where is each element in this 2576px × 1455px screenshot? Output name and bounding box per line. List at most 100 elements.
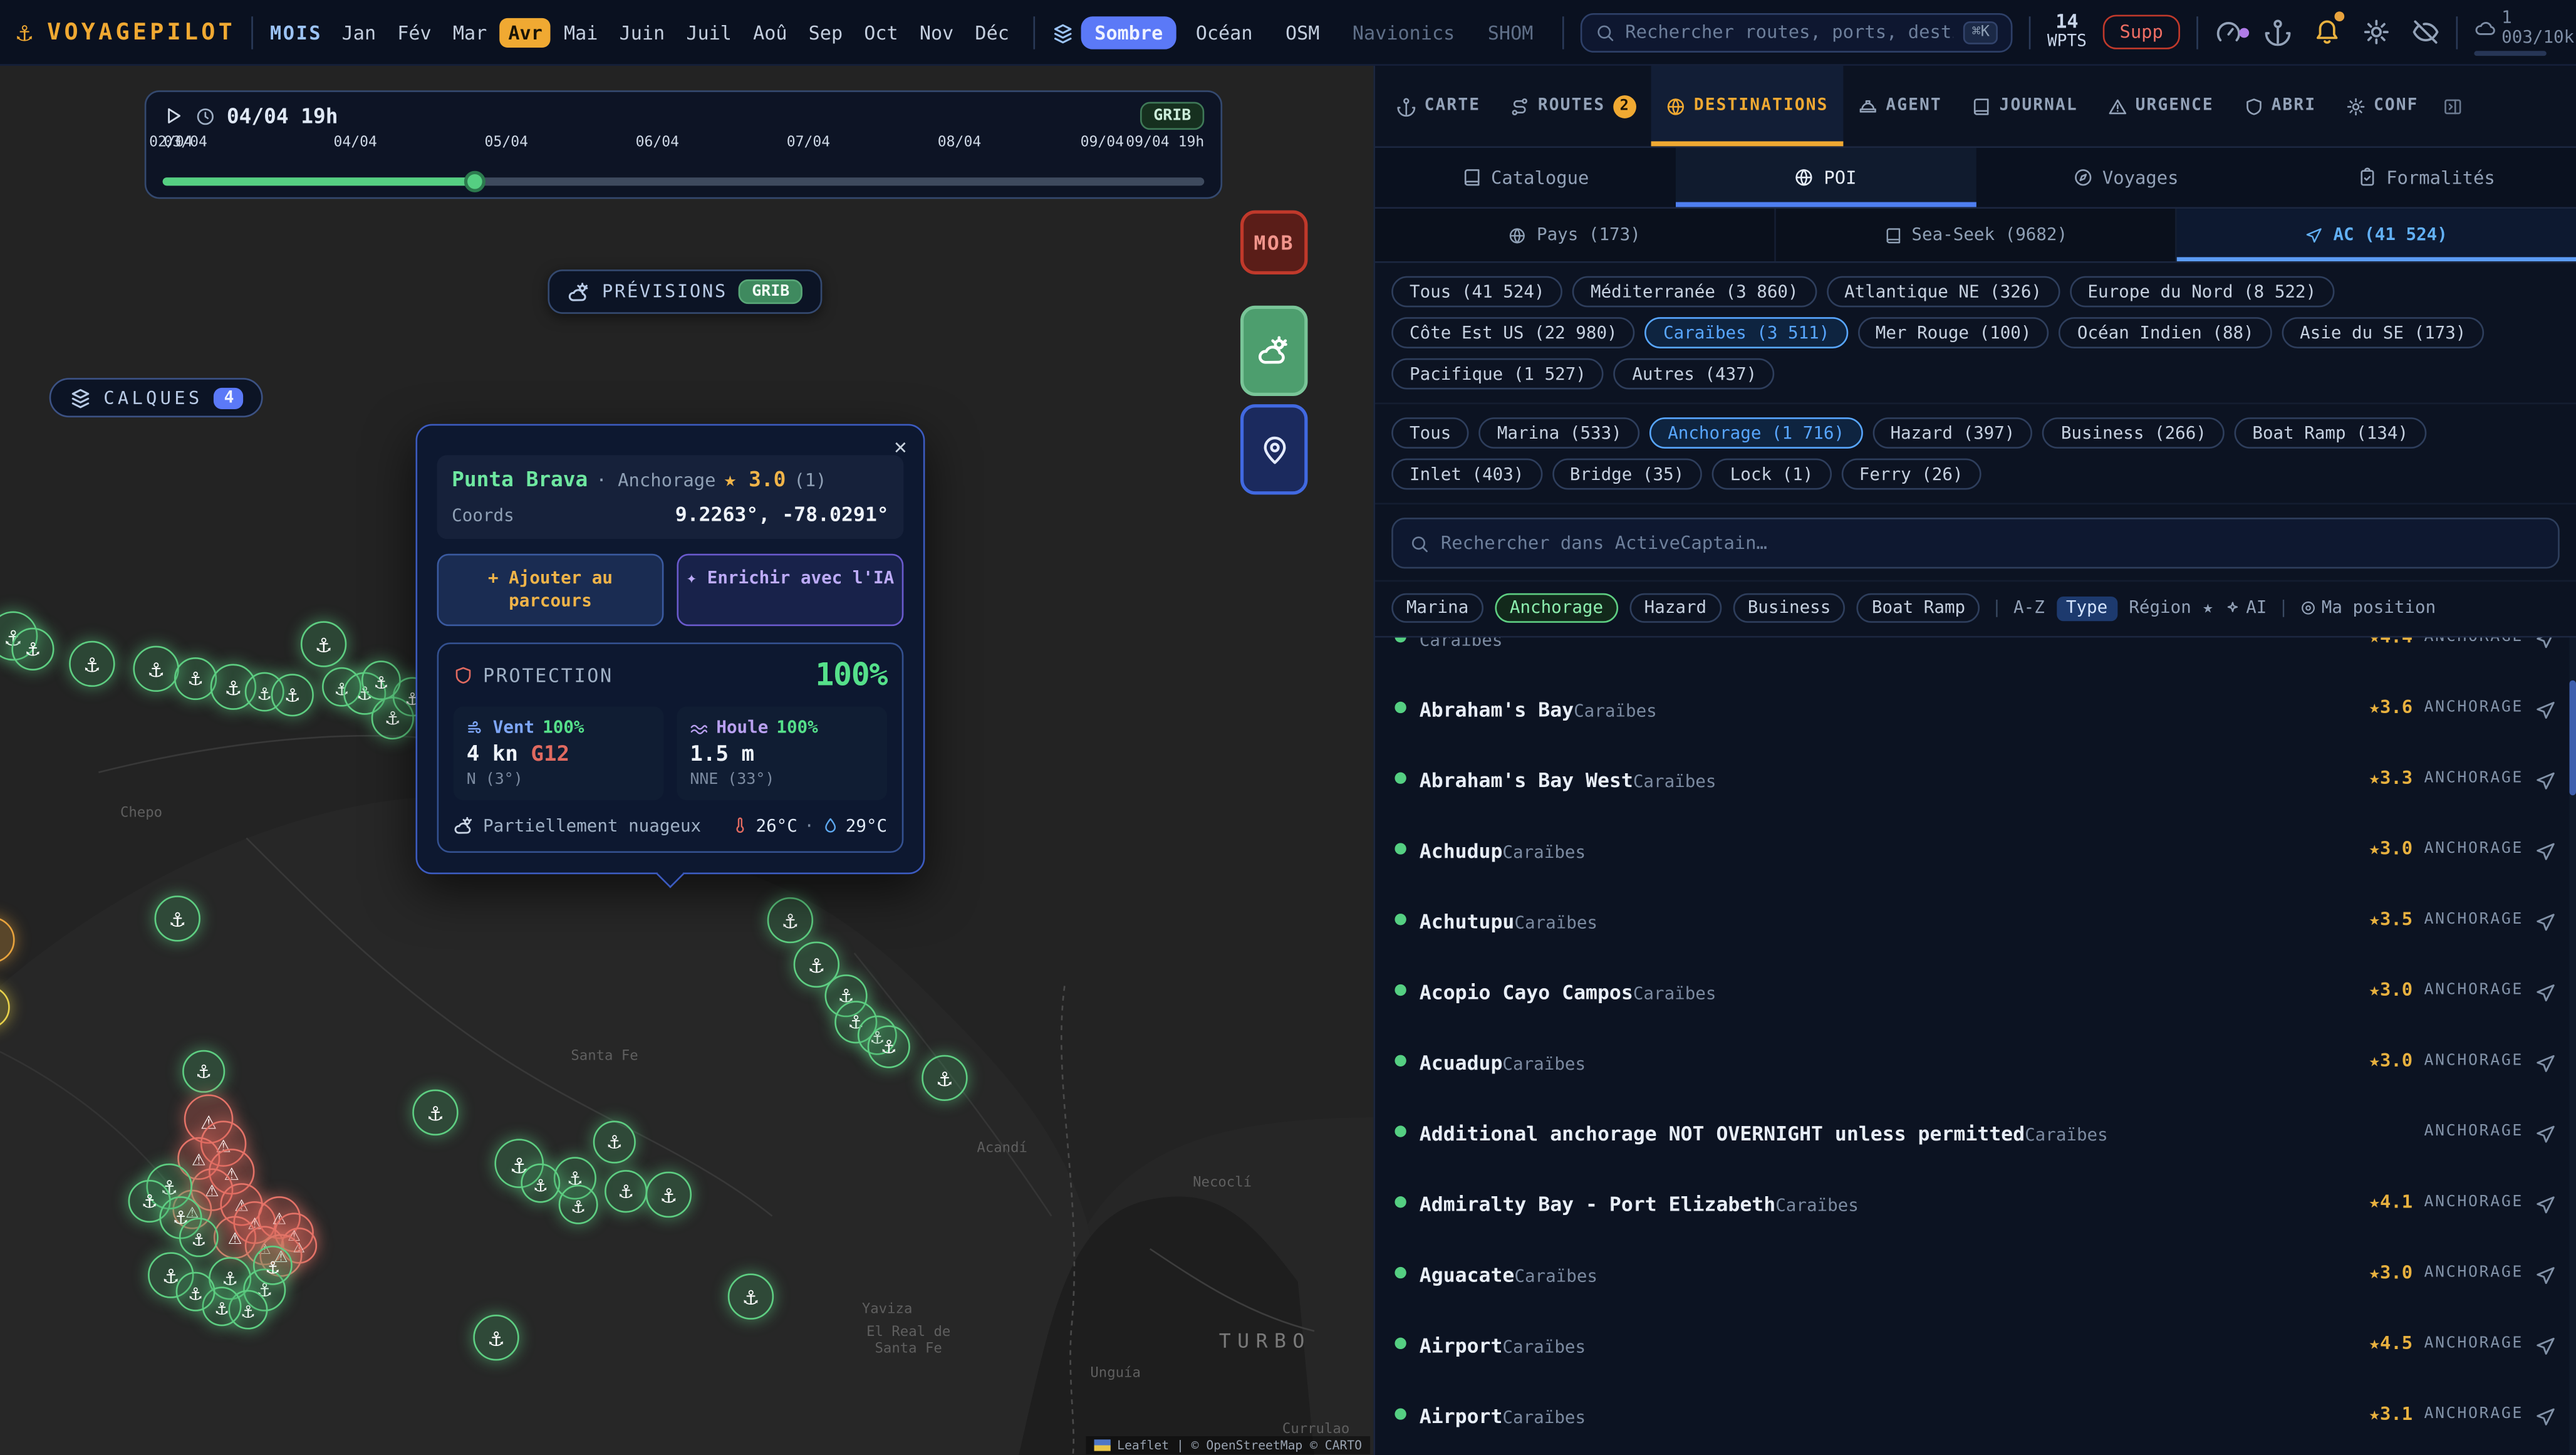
list-item[interactable]: Acopio Cayo CamposCaraïbes★3.0ANCHORAGE (1375, 955, 2566, 1026)
anchorage-marker[interactable]: ⚓ (646, 1172, 692, 1218)
mob-button[interactable]: MOB (1240, 211, 1308, 274)
category-chip[interactable]: Ferry (26) (1841, 459, 1981, 490)
forecast-button[interactable]: PRÉVISIONS GRIB (548, 269, 822, 314)
basemap-navionics[interactable]: Navionics (1339, 16, 1468, 48)
tab-urgence[interactable]: URGENCE (2092, 66, 2228, 147)
source-tab-sea-seek[interactable]: Sea-Seek (9682) (1776, 209, 2177, 261)
add-to-route-button[interactable]: + Ajouter au parcours (437, 554, 664, 627)
anchorage-marker[interactable]: ⚓ (179, 1218, 219, 1257)
month-juil[interactable]: Juil (678, 18, 740, 47)
navigate-icon[interactable] (2535, 979, 2556, 1001)
category-chip[interactable]: Anchorage (1 716) (1649, 417, 1862, 449)
anchorage-marker[interactable]: ⚓ (868, 1025, 910, 1068)
anchorage-marker[interactable]: ⚓ (361, 660, 401, 700)
category-chip[interactable]: Tous (1391, 417, 1469, 449)
category-chip[interactable]: Boat Ramp (134) (2235, 417, 2426, 449)
anchor-icon[interactable] (2263, 18, 2292, 46)
weather-button[interactable] (1240, 306, 1308, 396)
basemap-osm[interactable]: OSM (1272, 16, 1332, 48)
region-chip[interactable]: Atlantique NE (326) (1826, 276, 2060, 308)
anchorage-marker[interactable]: ⚓ (767, 897, 813, 943)
type-filter-chip[interactable]: Business (1733, 593, 1846, 623)
subtab-formalités[interactable]: Formalités (2276, 148, 2576, 207)
navigate-icon[interactable] (2535, 768, 2556, 789)
bell-icon[interactable] (2313, 18, 2341, 46)
source-tab-ac[interactable]: AC (41 524) (2177, 209, 2576, 261)
list-item[interactable]: Admiralty Bay - Port ElizabethCaraïbes★4… (1375, 1167, 2566, 1238)
panel-collapse-icon[interactable] (2433, 66, 2473, 147)
scrollbar[interactable] (2570, 638, 2576, 1455)
anchorage-marker[interactable]: ⚓ (69, 641, 115, 687)
navigate-icon[interactable] (2535, 1404, 2556, 1425)
sort-rating[interactable]: ★ (2203, 598, 2213, 618)
global-search[interactable]: ⌘K (1581, 13, 2012, 52)
map[interactable]: ChepoSanta FeYavizaEl Real de Santa FeAc… (0, 66, 1373, 1455)
tab-conf[interactable]: CONF (2331, 66, 2433, 147)
category-chip[interactable]: Lock (1) (1712, 459, 1831, 490)
region-chip[interactable]: Europe du Nord (8 522) (2070, 276, 2334, 308)
tab-journal[interactable]: JOURNAL (1956, 66, 2092, 147)
subtab-voyages[interactable]: Voyages (1975, 148, 2275, 207)
timeline-slider[interactable] (163, 171, 1205, 190)
global-search-input[interactable] (1625, 21, 1953, 43)
timeline-slider-thumb[interactable] (464, 171, 486, 192)
category-chip[interactable]: Marina (533) (1479, 417, 1640, 449)
eye-off-icon[interactable] (2411, 18, 2439, 46)
navigate-icon[interactable] (2535, 1262, 2556, 1283)
tab-carte[interactable]: CARTE (1381, 66, 1495, 147)
type-filter-chip[interactable]: Marina (1391, 593, 1483, 623)
month-avr[interactable]: Avr (500, 18, 551, 47)
gauge-icon[interactable] (2214, 18, 2242, 46)
delete-button[interactable]: Supp (2103, 15, 2179, 50)
region-chip[interactable]: Tous (41 524) (1391, 276, 1562, 308)
region-chip[interactable]: Caraïbes (3 511) (1645, 317, 1847, 348)
anchorage-marker[interactable]: ⚓ (174, 657, 217, 700)
navigate-icon[interactable] (2535, 838, 2556, 859)
list-item[interactable]: AchudupCaraïbes★3.0ANCHORAGE (1375, 813, 2566, 884)
month-déc[interactable]: Déc (967, 18, 1017, 47)
sun-icon[interactable] (2362, 18, 2390, 46)
basemap-shom[interactable]: SHOM (1475, 16, 1547, 48)
sort-région[interactable]: Région (2129, 598, 2191, 618)
anchorage-marker[interactable]: ⚓ (473, 1315, 519, 1360)
subtab-poi[interactable]: POI (1675, 148, 1975, 207)
list-item[interactable]: AirportCaraïbes★4.5ANCHORAGE (1375, 1308, 2566, 1379)
navigate-icon[interactable] (2535, 909, 2556, 930)
list-item[interactable]: Caraïbes★4.4ANCHORAGE (1375, 638, 2566, 672)
basemap-océan[interactable]: Océan (1183, 16, 1266, 48)
type-filter-chip[interactable]: Boat Ramp (1857, 593, 1980, 623)
anchorage-marker[interactable]: ⚓ (176, 1272, 216, 1312)
region-chip[interactable]: Méditerranée (3 860) (1572, 276, 1816, 308)
anchorage-marker[interactable]: ⚓ (133, 646, 179, 692)
location-pin-button[interactable] (1240, 404, 1308, 494)
scrollbar-thumb[interactable] (2570, 681, 2576, 796)
navigate-icon[interactable] (2535, 697, 2556, 718)
anchorage-marker[interactable]: ⚓ (11, 628, 54, 670)
tab-agent[interactable]: AGENT (1843, 66, 1956, 147)
anchorage-marker[interactable]: ⚓ (155, 895, 200, 941)
category-chip[interactable]: Bridge (35) (1552, 459, 1702, 490)
month-jan[interactable]: Jan (334, 18, 385, 47)
list-item[interactable]: Abraham's Bay WestCaraïbes★3.3ANCHORAGE (1375, 743, 2566, 813)
sort-type[interactable]: Type (2056, 596, 2117, 620)
list-item[interactable]: Additional anchorage NOT OVERNIGHT unles… (1375, 1096, 2566, 1167)
tab-routes[interactable]: ROUTES2 (1495, 66, 1651, 147)
list-item[interactable]: Abraham's BayCaraïbes★3.6ANCHORAGE (1375, 672, 2566, 743)
source-tab-pays[interactable]: Pays (173) (1375, 209, 1776, 261)
basemap-sombre[interactable]: Sombre (1081, 16, 1176, 48)
navigate-icon[interactable] (2535, 1050, 2556, 1072)
month-juin[interactable]: Juin (611, 18, 673, 47)
anchorage-marker[interactable]: ⚓ (271, 674, 314, 716)
month-oct[interactable]: Oct (856, 18, 906, 47)
play-icon[interactable] (163, 105, 184, 127)
navigate-icon[interactable] (2535, 1191, 2556, 1212)
type-filter-chip[interactable]: Hazard (1629, 593, 1722, 623)
anchorage-marker[interactable]: ⚓ (412, 1090, 458, 1135)
region-chip[interactable]: Asie du SE (173) (2282, 317, 2484, 348)
category-chip[interactable]: Hazard (397) (1872, 417, 2033, 449)
month-sep[interactable]: Sep (801, 18, 851, 47)
anchorage-marker[interactable]: ⚓ (922, 1055, 967, 1101)
ac-search-input[interactable] (1441, 533, 2542, 554)
month-nov[interactable]: Nov (911, 18, 962, 47)
navigate-icon[interactable] (2535, 1333, 2556, 1354)
